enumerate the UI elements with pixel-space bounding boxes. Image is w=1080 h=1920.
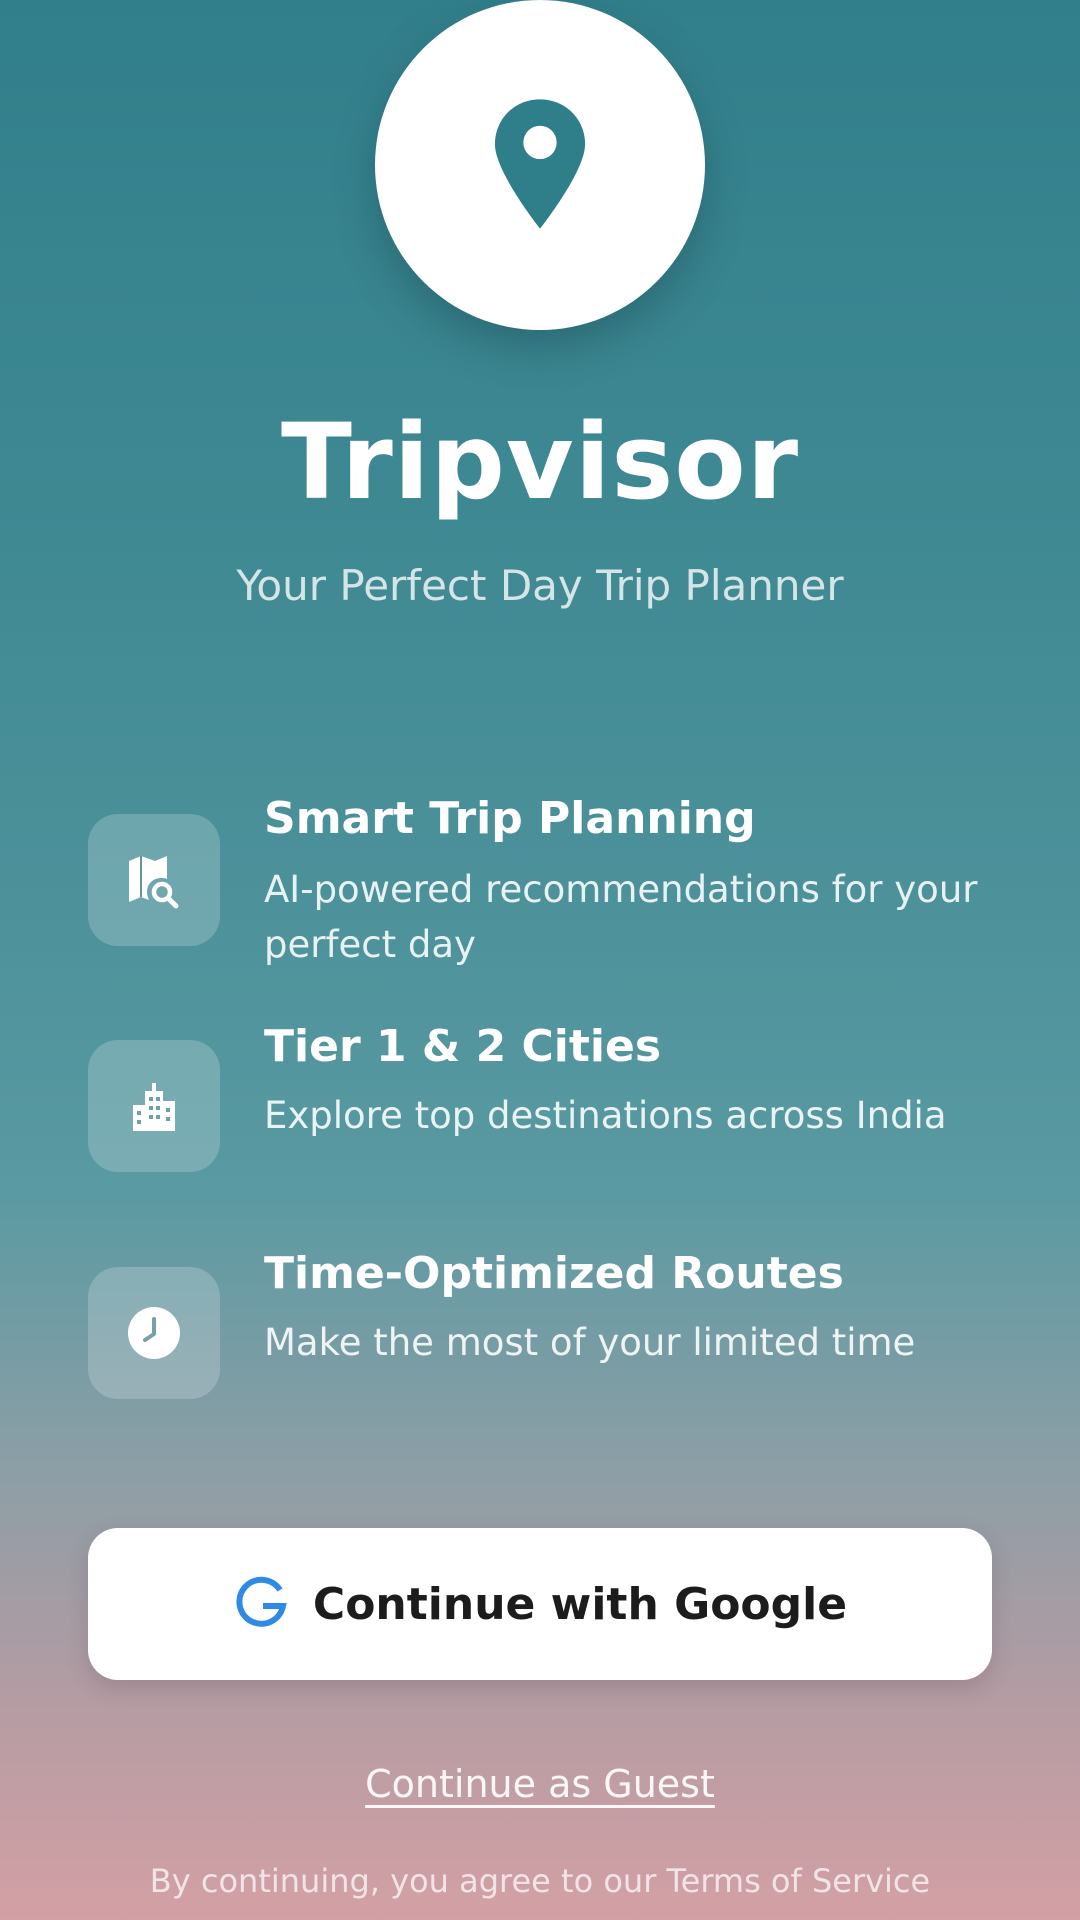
feature-description: AI-powered recommendations for your perf…	[264, 868, 978, 966]
continue-as-guest-link[interactable]: Continue as Guest	[0, 1762, 1080, 1806]
clock-icon	[128, 1307, 180, 1359]
feature-title: Tier 1 & 2 Cities	[264, 1021, 662, 1072]
feature-icon-container	[88, 1040, 220, 1172]
feature-title: Smart Trip Planning	[264, 793, 756, 844]
terms-notice: By continuing, you agree to our Terms of…	[149, 1862, 931, 1900]
continue-with-google-button[interactable]: Continue with Google	[88, 1528, 992, 1680]
feature-icon-container	[88, 814, 220, 946]
feature-title: Time-Optimized Routes	[264, 1248, 844, 1299]
app-logo	[375, 0, 705, 330]
city-buildings-icon	[133, 1083, 175, 1131]
feature-description: Explore top destinations across India	[264, 1094, 947, 1137]
feature-time-optimized-routes: Time-Optimized Routes Make the most of y…	[88, 1245, 1008, 1405]
feature-tier-cities: Tier 1 & 2 Cities Explore top destinatio…	[88, 1018, 1008, 1178]
google-g-icon	[236, 1576, 287, 1627]
feature-icon-container	[88, 1267, 220, 1399]
feature-smart-trip-planning: Smart Trip Planning AI-powered recommend…	[88, 790, 1008, 990]
feature-description: Make the most of your limited time	[264, 1321, 916, 1364]
app-subtitle: Your Perfect Day Trip Planner	[236, 561, 844, 610]
google-button-label: Continue with Google	[312, 1578, 848, 1630]
map-pin-icon	[494, 98, 586, 229]
map-search-icon	[129, 856, 179, 909]
app-title: Tripvisor	[281, 401, 799, 523]
